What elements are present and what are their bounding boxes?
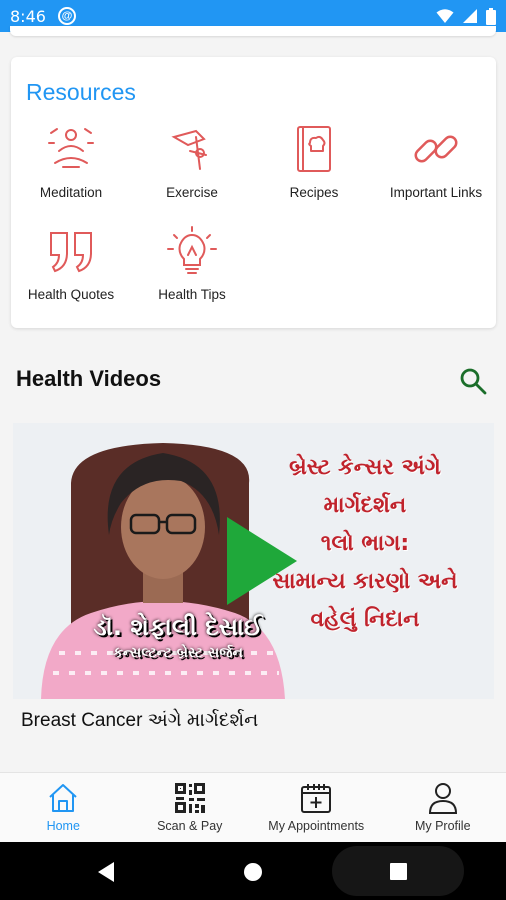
resource-label: Health Quotes — [27, 287, 115, 302]
home-circle-icon[interactable] — [243, 862, 263, 882]
thumbnail-line: બ્રેસ્ટ કેન્સર અંગે — [289, 455, 441, 480]
lightbulb-icon — [167, 226, 217, 274]
resource-health-quotes[interactable]: Health Quotes — [12, 225, 130, 325]
search-icon — [460, 368, 487, 395]
quote-icon — [50, 232, 92, 273]
thumbnail-line: ૧લો ભાગ: — [320, 531, 410, 556]
doctor-name: ડૉ. શેફાલી દેસાઈ — [93, 613, 263, 641]
resources-card: Resources Meditation Exercise Recipes Im… — [11, 57, 496, 328]
nav-home[interactable]: Home — [0, 773, 127, 842]
previous-card-edge — [10, 26, 496, 36]
calendar-icon — [301, 784, 332, 813]
meditation-icon — [48, 128, 94, 168]
status-icons — [436, 7, 496, 25]
search-button[interactable] — [458, 366, 488, 396]
bottom-nav: Home Scan & Pay My Appointments My Profi… — [0, 772, 506, 842]
nav-label: Home — [46, 819, 80, 833]
home-icon — [49, 784, 77, 812]
resource-meditation[interactable]: Meditation — [12, 123, 130, 223]
doctor-role: કન્સલ્ટન્ટ બ્રેસ્ટ સર્જન — [113, 645, 243, 661]
nav-scan-pay[interactable]: Scan & Pay — [127, 773, 254, 842]
thumbnail-line: માર્ગદર્શન — [323, 493, 407, 518]
thumbnail-caption: બ્રેસ્ટ કેન્સર અંગે માર્ગદર્શન ૧લો ભાગ: … — [245, 449, 485, 639]
video-thumbnail[interactable]: બ્રેસ્ટ કેન્સર અંગે માર્ગદર્શન ૧લો ભાગ: … — [13, 423, 494, 699]
recents-icon[interactable] — [390, 863, 407, 880]
resource-recipes[interactable]: Recipes — [255, 123, 373, 223]
resource-label: Exercise — [166, 185, 218, 200]
recipe-book-icon — [297, 126, 331, 172]
resource-label: Important Links — [389, 185, 483, 200]
resource-label: Recipes — [289, 185, 339, 200]
nav-profile[interactable]: My Profile — [380, 773, 506, 842]
resource-exercise[interactable]: Exercise — [133, 123, 251, 223]
link-icon — [414, 135, 458, 163]
thumbnail-line: સામાન્ય કારણો અને — [272, 569, 458, 594]
battery-icon — [486, 7, 496, 25]
exercise-icon — [171, 129, 207, 170]
nav-label: My Appointments — [268, 819, 365, 833]
nav-appointments[interactable]: My Appointments — [253, 773, 380, 842]
signal-icon — [463, 9, 477, 23]
system-nav-bar — [0, 842, 506, 900]
person-icon — [428, 783, 457, 814]
resource-health-tips[interactable]: Health Tips — [133, 225, 251, 325]
nav-label: Scan & Pay — [157, 819, 223, 833]
resource-important-links[interactable]: Important Links — [377, 123, 495, 223]
doctor-name-banner: ડૉ. શેફાલી દેસાઈ કન્સલ્ટન્ટ બ્રેસ્ટ સર્જ… — [53, 613, 303, 661]
resource-label: Health Tips — [158, 287, 226, 302]
videos-header: Health Videos — [16, 366, 162, 391]
video-title[interactable]: Breast Cancer અંગે માર્ગદર્શન — [21, 710, 258, 732]
at-icon: @ — [57, 7, 76, 25]
resource-label: Meditation — [39, 185, 103, 200]
wifi-icon — [436, 9, 454, 23]
back-icon[interactable] — [96, 861, 116, 883]
status-time: 8:46 — [10, 6, 46, 26]
resources-title: Resources — [26, 79, 136, 105]
qr-code-icon — [174, 783, 205, 813]
nav-label: My Profile — [414, 819, 471, 833]
